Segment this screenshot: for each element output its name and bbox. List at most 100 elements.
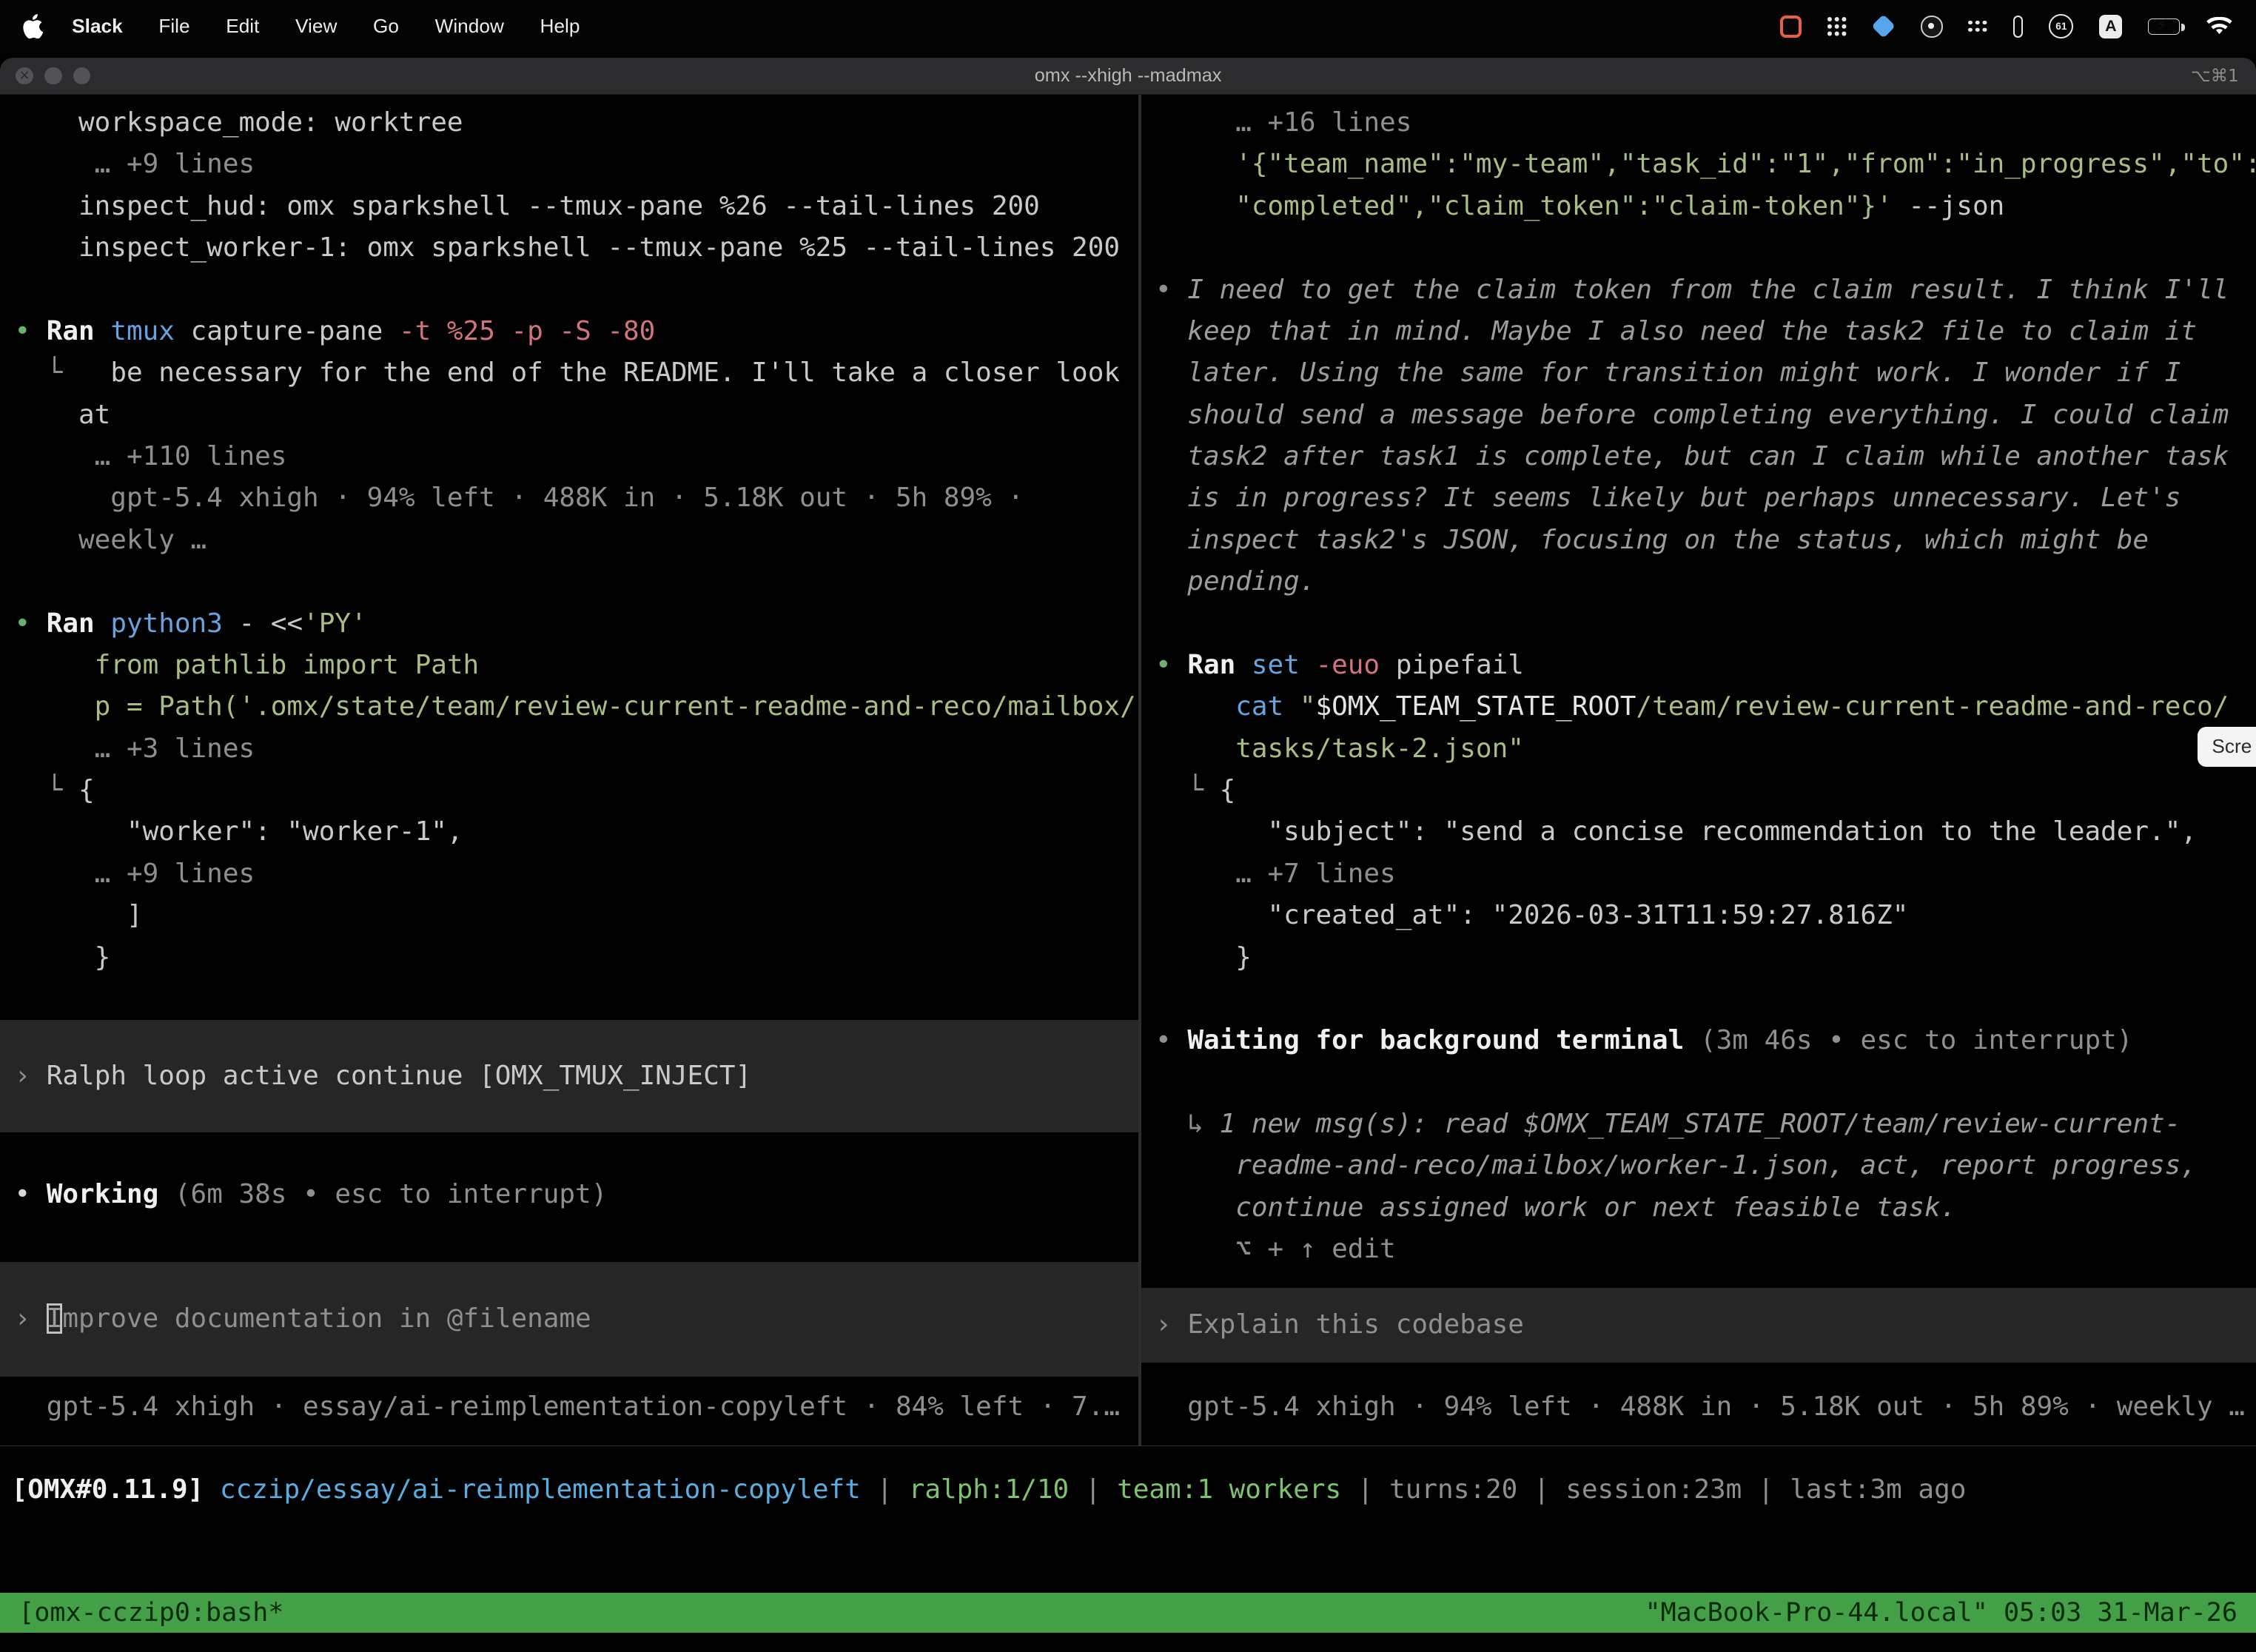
screen: Slack File Edit View Go Window Help 61 A ⚡ × o…: [0, 0, 2256, 1652]
text-segment: at: [14, 400, 110, 430]
dots-grid-icon[interactable]: [1968, 21, 1987, 33]
text-segment: "worker": "worker-1",: [14, 816, 463, 847]
minimize-button[interactable]: [44, 67, 61, 84]
text-segment: Ran: [47, 316, 111, 346]
terminal-line: … +9 lines: [0, 853, 1138, 895]
terminal-line: [1141, 603, 2256, 645]
terminal-line: … +9 lines: [0, 144, 1138, 185]
text-segment: gpt-5.4 xhigh · 94% left · 488K in · 5.1…: [14, 483, 1024, 513]
window-title-bar[interactable]: × omx --xhigh --madmax ⌥⌘1: [0, 58, 2256, 95]
window-grid-icon[interactable]: [1827, 17, 1846, 36]
text-segment: later. Using the same for transition mig…: [1155, 357, 2181, 388]
menu-item-file[interactable]: File: [158, 15, 189, 38]
terminal-line: [1141, 978, 2256, 1020]
terminal-line: [1141, 1062, 2256, 1104]
gauge-icon[interactable]: 61: [2049, 14, 2073, 38]
menu-bar: Slack File Edit View Go Window Help 61 A ⚡: [0, 0, 2256, 53]
text-segment: "completed","claim_token":"claim-token"}…: [1155, 191, 1908, 221]
text-segment: •: [14, 1179, 46, 1209]
text-segment: capture-pane: [175, 316, 399, 346]
text-segment: … +110 lines: [14, 441, 286, 471]
menu-item-help[interactable]: Help: [540, 15, 580, 38]
menu-item-slack[interactable]: Slack: [72, 15, 123, 38]
close-icon: ×: [19, 70, 30, 83]
text-segment: gpt-5.4 xhigh · essay/ai-reimplementatio…: [14, 1391, 1120, 1422]
text-segment: {: [78, 775, 95, 805]
menu-item-view[interactable]: View: [295, 15, 337, 38]
text-segment: •: [14, 316, 46, 346]
camera-app-icon[interactable]: [1921, 16, 1942, 37]
text-segment: … +16 lines: [1155, 107, 1411, 138]
terminal-line: at: [0, 394, 1138, 436]
terminal-line: '{"team_name":"my-team","task_id":"1","f…: [1141, 144, 2256, 185]
text-segment: … +9 lines: [14, 859, 255, 889]
traffic-lights: ×: [16, 67, 90, 84]
screen-recording-icon[interactable]: [1780, 16, 1802, 37]
terminal-line: [0, 269, 1138, 311]
terminal-line: readme-and-reco/mailbox/worker-1.json, a…: [1141, 1145, 2256, 1186]
terminal-line: [OMX#0.11.9] cczip/essay/ai-reimplementa…: [0, 1469, 2256, 1511]
text-segment: Explain this codebase: [1187, 1309, 1524, 1340]
battery-charging-icon[interactable]: ⚡: [2148, 19, 2180, 34]
right-pane-output: … +16 lines '{"team_name":"my-team","tas…: [1141, 95, 2256, 1363]
text-segment: ›: [14, 1061, 46, 1091]
blue-app-icon[interactable]: [1871, 14, 1896, 38]
sidecar-icon[interactable]: [2013, 16, 2024, 37]
terminal-line: later. Using the same for transition mig…: [1141, 352, 2256, 394]
right-terminal-pane[interactable]: … +16 lines '{"team_name":"my-team","tas…: [1141, 95, 2256, 1445]
zoom-button[interactable]: [73, 67, 90, 84]
window-shortcut: ⌥⌘1: [2191, 66, 2239, 86]
terminal-line: p = Path('.omx/state/team/review-current…: [0, 686, 1138, 728]
terminal-line: [0, 561, 1138, 602]
left-terminal-pane[interactable]: workspace_mode: worktree … +9 lines insp…: [0, 95, 1138, 1445]
text-segment: Ran: [47, 608, 111, 639]
terminal-line: • Ran tmux capture-pane -t %25 -p -S -80: [0, 311, 1138, 352]
text-segment: should send a message before completing …: [1155, 400, 2229, 430]
text-segment: •: [14, 608, 46, 639]
terminal-line: └ {: [1141, 770, 2256, 811]
text-segment: ": [1300, 691, 1316, 722]
input-source-letter: A: [2105, 17, 2116, 36]
text-segment: … +3 lines: [14, 733, 255, 764]
spacer: [0, 1216, 1138, 1262]
terminal-line: … +110 lines: [0, 436, 1138, 477]
text-segment: from pathlib import Path: [14, 650, 479, 680]
text-segment: pipefail: [1380, 650, 1524, 680]
tmux-status-bar: [omx-cczip0:bash* "MacBook-Pro-44.local"…: [0, 1593, 2256, 1633]
terminal-line: … +7 lines: [1141, 853, 2256, 895]
omx-status-pane: [OMX#0.11.9] cczip/essay/ai-reimplementa…: [0, 1446, 2256, 1593]
text-segment: is in progress? It seems likely but perh…: [1155, 483, 2181, 513]
menu-item-edit[interactable]: Edit: [226, 15, 259, 38]
screen-edge-tooltip: Scre: [2198, 727, 2256, 767]
text-segment: [1283, 691, 1300, 722]
text-segment: keep that in mind. Maybe I also need the…: [1155, 316, 2197, 346]
text-segment: ↳: [1155, 1109, 1220, 1139]
text-segment: cat: [1235, 691, 1283, 722]
text-segment: continue assigned work or next feasible …: [1155, 1192, 1956, 1223]
text-segment: --json: [1908, 191, 2004, 221]
text-segment: '{"team_name":"my-team","task_id":"1","f…: [1155, 149, 2256, 179]
menu-item-window[interactable]: Window: [435, 15, 504, 38]
prompt-input-bar[interactable]: › Improve documentation in @filename: [0, 1262, 1138, 1377]
menu-item-go[interactable]: Go: [373, 15, 399, 38]
right-pane-status-line: gpt-5.4 xhigh · 94% left · 488K in · 5.1…: [1141, 1386, 2256, 1428]
tmux-host-time: "MacBook-Pro-44.local" 05:03 31-Mar-26: [1645, 1598, 2237, 1628]
terminal-line: "worker": "worker-1",: [0, 811, 1138, 853]
menu-items: Slack File Edit View Go Window Help: [72, 15, 580, 38]
text-segment: └: [1155, 775, 1220, 805]
input-source-icon[interactable]: A: [2099, 15, 2122, 38]
terminal-line: }: [1141, 937, 2256, 978]
terminal-line: workspace_mode: worktree: [0, 102, 1138, 144]
terminal-line: "subject": "send a concise recommendatio…: [1141, 811, 2256, 853]
prompt-input-bar[interactable]: › Explain this codebase: [1141, 1288, 2256, 1363]
text-segment: inspect_worker-1: omx sparkshell --tmux-…: [14, 232, 1120, 263]
terminal-line: › Improve documentation in @filename: [0, 1298, 1138, 1340]
menu-bar-left: Slack File Edit View Go Window Help: [23, 14, 580, 38]
text-segment: team:1 workers: [1117, 1474, 1341, 1505]
text-segment: … +7 lines: [1155, 859, 1396, 889]
text-segment: }: [1155, 942, 1252, 973]
terminal-line: └ be necessary for the end of the README…: [0, 352, 1138, 394]
close-button[interactable]: ×: [16, 67, 33, 84]
wifi-icon[interactable]: [2206, 16, 2233, 36]
apple-icon[interactable]: [23, 14, 43, 38]
